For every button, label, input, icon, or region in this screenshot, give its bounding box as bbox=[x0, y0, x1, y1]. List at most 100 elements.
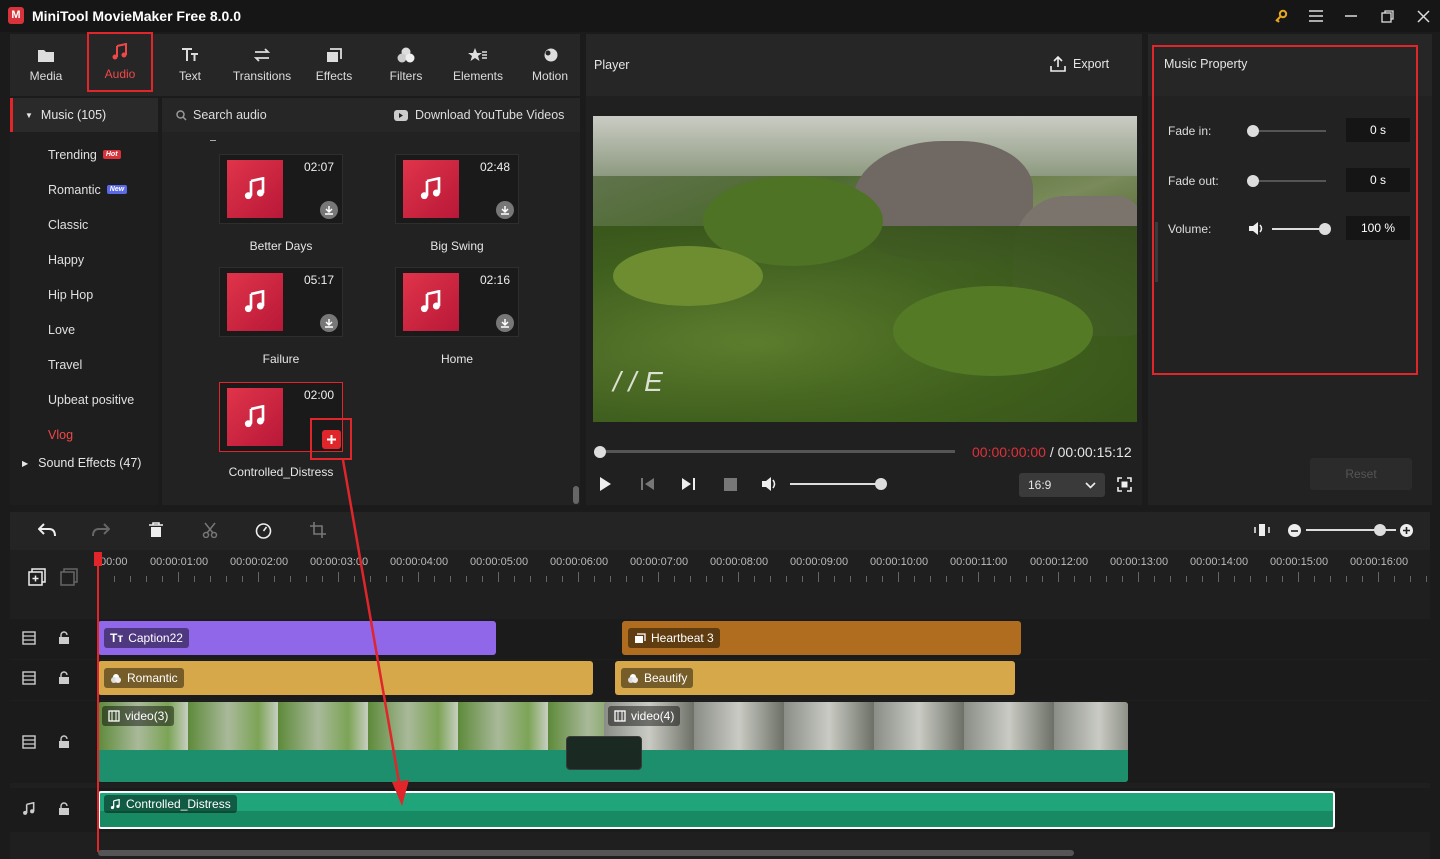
fade-out-knob[interactable] bbox=[1247, 175, 1259, 187]
clip-label: Controlled_Distress bbox=[104, 795, 237, 813]
track-card-failure[interactable]: 05:17 bbox=[219, 267, 343, 337]
download-icon[interactable] bbox=[320, 201, 338, 219]
add-to-timeline-button[interactable] bbox=[322, 430, 341, 449]
fit-timeline-icon[interactable] bbox=[1254, 523, 1270, 540]
undo-icon[interactable] bbox=[37, 523, 56, 540]
sidebar-item-love[interactable]: Love bbox=[10, 312, 148, 347]
ruler-tick-mark bbox=[1154, 576, 1155, 582]
previous-frame-icon[interactable] bbox=[640, 477, 656, 494]
download-youtube-button[interactable]: Download YouTube Videos bbox=[394, 108, 564, 122]
tab-transitions[interactable]: Transitions bbox=[228, 34, 296, 96]
volume-value[interactable]: 100 % bbox=[1346, 216, 1410, 240]
play-icon[interactable] bbox=[598, 476, 612, 495]
clip-name: Caption22 bbox=[128, 631, 183, 645]
sidebar-item-vlog[interactable]: Vlog bbox=[10, 417, 148, 452]
video3-clip[interactable]: video(3) bbox=[98, 702, 610, 782]
zoom-in-icon[interactable] bbox=[1400, 524, 1413, 537]
tab-effects[interactable]: Effects bbox=[300, 34, 368, 96]
fade-in-slider[interactable] bbox=[1252, 130, 1326, 132]
next-frame-icon[interactable] bbox=[680, 477, 696, 494]
split-scissors-icon[interactable] bbox=[202, 522, 218, 541]
player-volume-slider[interactable] bbox=[790, 483, 884, 485]
audio-clip[interactable]: Controlled_Distress bbox=[98, 791, 1335, 829]
music-thumbnail bbox=[403, 273, 459, 331]
romantic-filter-clip[interactable]: Romantic bbox=[98, 661, 593, 695]
sidebar-item-upbeat-positive[interactable]: Upbeat positive bbox=[10, 382, 148, 417]
minimize-icon[interactable] bbox=[1340, 6, 1362, 26]
heartbeat-clip[interactable]: Heartbeat 3 bbox=[622, 621, 1021, 655]
tab-media[interactable]: Media bbox=[12, 34, 80, 96]
sidebar-item-classic[interactable]: Classic bbox=[10, 207, 148, 242]
remove-track-icon[interactable] bbox=[60, 568, 78, 589]
player-volume-knob[interactable] bbox=[875, 478, 888, 490]
lock-icon[interactable] bbox=[58, 631, 70, 647]
timeline-scrollbar[interactable] bbox=[98, 850, 1074, 856]
maximize-icon[interactable] bbox=[1376, 6, 1398, 26]
volume-icon[interactable] bbox=[761, 476, 779, 495]
volume-slider[interactable] bbox=[1272, 228, 1326, 230]
beautify-filter-clip[interactable]: Beautify bbox=[615, 661, 1015, 695]
playhead[interactable] bbox=[97, 552, 99, 852]
zoom-knob[interactable] bbox=[1373, 524, 1386, 536]
ruler-tick-label: 00:00 bbox=[100, 556, 128, 568]
download-icon[interactable] bbox=[496, 314, 514, 332]
ruler-tick-label: 00:00:06:00 bbox=[550, 556, 609, 568]
property-title: Music Property bbox=[1164, 57, 1248, 71]
download-icon[interactable] bbox=[496, 201, 514, 219]
sidebar-item-romantic[interactable]: Romantic New bbox=[10, 172, 148, 207]
ruler-tick-mark bbox=[738, 572, 739, 582]
tab-motion[interactable]: Motion bbox=[516, 34, 584, 96]
add-track-icon[interactable] bbox=[28, 568, 46, 589]
sidebar-item-happy[interactable]: Happy bbox=[10, 242, 148, 277]
lock-icon[interactable] bbox=[58, 735, 70, 751]
track-card-big-swing[interactable]: 02:48 bbox=[395, 154, 519, 224]
fullscreen-icon[interactable] bbox=[1117, 477, 1132, 495]
fade-out-value[interactable]: 0 s bbox=[1346, 168, 1410, 192]
sidebar-item-trending[interactable]: Trending Hot bbox=[10, 137, 148, 172]
playback-progress-track[interactable] bbox=[599, 450, 955, 453]
lock-icon[interactable] bbox=[58, 671, 70, 687]
close-icon[interactable] bbox=[1412, 6, 1434, 26]
video4-clip[interactable]: video(4) bbox=[604, 702, 1128, 782]
playhead-handle[interactable] bbox=[94, 552, 102, 566]
fade-in-value[interactable]: 0 s bbox=[1346, 118, 1410, 142]
key-icon[interactable] bbox=[1270, 6, 1292, 26]
fade-out-slider[interactable] bbox=[1252, 180, 1326, 182]
tab-audio[interactable]: Audio bbox=[87, 32, 153, 92]
tab-filters[interactable]: Filters bbox=[372, 34, 440, 96]
lock-icon[interactable] bbox=[58, 802, 70, 818]
track-card-better-days[interactable]: 02:07 bbox=[219, 154, 343, 224]
reset-button[interactable]: Reset bbox=[1310, 458, 1412, 490]
fade-in-knob[interactable] bbox=[1247, 125, 1259, 137]
download-icon[interactable] bbox=[320, 314, 338, 332]
library-scrollbar[interactable] bbox=[573, 486, 579, 504]
delete-icon[interactable] bbox=[148, 522, 164, 541]
export-button[interactable]: Export bbox=[1050, 56, 1109, 72]
playback-scrubber[interactable] bbox=[594, 446, 606, 458]
property-scrollbar[interactable] bbox=[1155, 222, 1158, 282]
aspect-ratio-select[interactable]: 16:9 bbox=[1019, 473, 1105, 497]
sidebar-item-travel[interactable]: Travel bbox=[10, 347, 148, 382]
redo-icon[interactable] bbox=[92, 523, 111, 540]
transition-marker[interactable] bbox=[566, 736, 642, 770]
music-category-header[interactable]: ▼ Music (105) bbox=[10, 98, 158, 132]
sidebar-item-label: Happy bbox=[48, 252, 85, 267]
crop-icon[interactable] bbox=[310, 522, 326, 541]
ruler-tick-mark bbox=[658, 572, 659, 582]
stop-icon[interactable] bbox=[724, 478, 737, 491]
speed-icon[interactable] bbox=[255, 522, 272, 542]
music-category-label: Music (105) bbox=[40, 108, 107, 122]
tab-text[interactable]: Text bbox=[156, 34, 224, 96]
tab-elements[interactable]: Elements bbox=[444, 34, 512, 96]
sidebar-item-hip-hop[interactable]: Hip Hop bbox=[10, 277, 148, 312]
motion-icon bbox=[544, 48, 558, 62]
volume-knob[interactable] bbox=[1319, 223, 1331, 235]
ruler-tick-mark bbox=[1026, 576, 1027, 582]
search-audio-input[interactable]: Search audio bbox=[176, 108, 376, 122]
zoom-out-icon[interactable] bbox=[1288, 524, 1301, 537]
caption-clip[interactable]: Tт Caption22 bbox=[98, 621, 496, 655]
timeline-ruler[interactable]: 00:00 00:00:01:00 00:00:02:00 00:00:03:00 00… bbox=[98, 550, 1430, 588]
sound-effects-category[interactable]: ▶ Sound Effects (47) bbox=[22, 456, 141, 470]
menu-icon[interactable] bbox=[1305, 6, 1327, 26]
track-card-home[interactable]: 02:16 bbox=[395, 267, 519, 337]
